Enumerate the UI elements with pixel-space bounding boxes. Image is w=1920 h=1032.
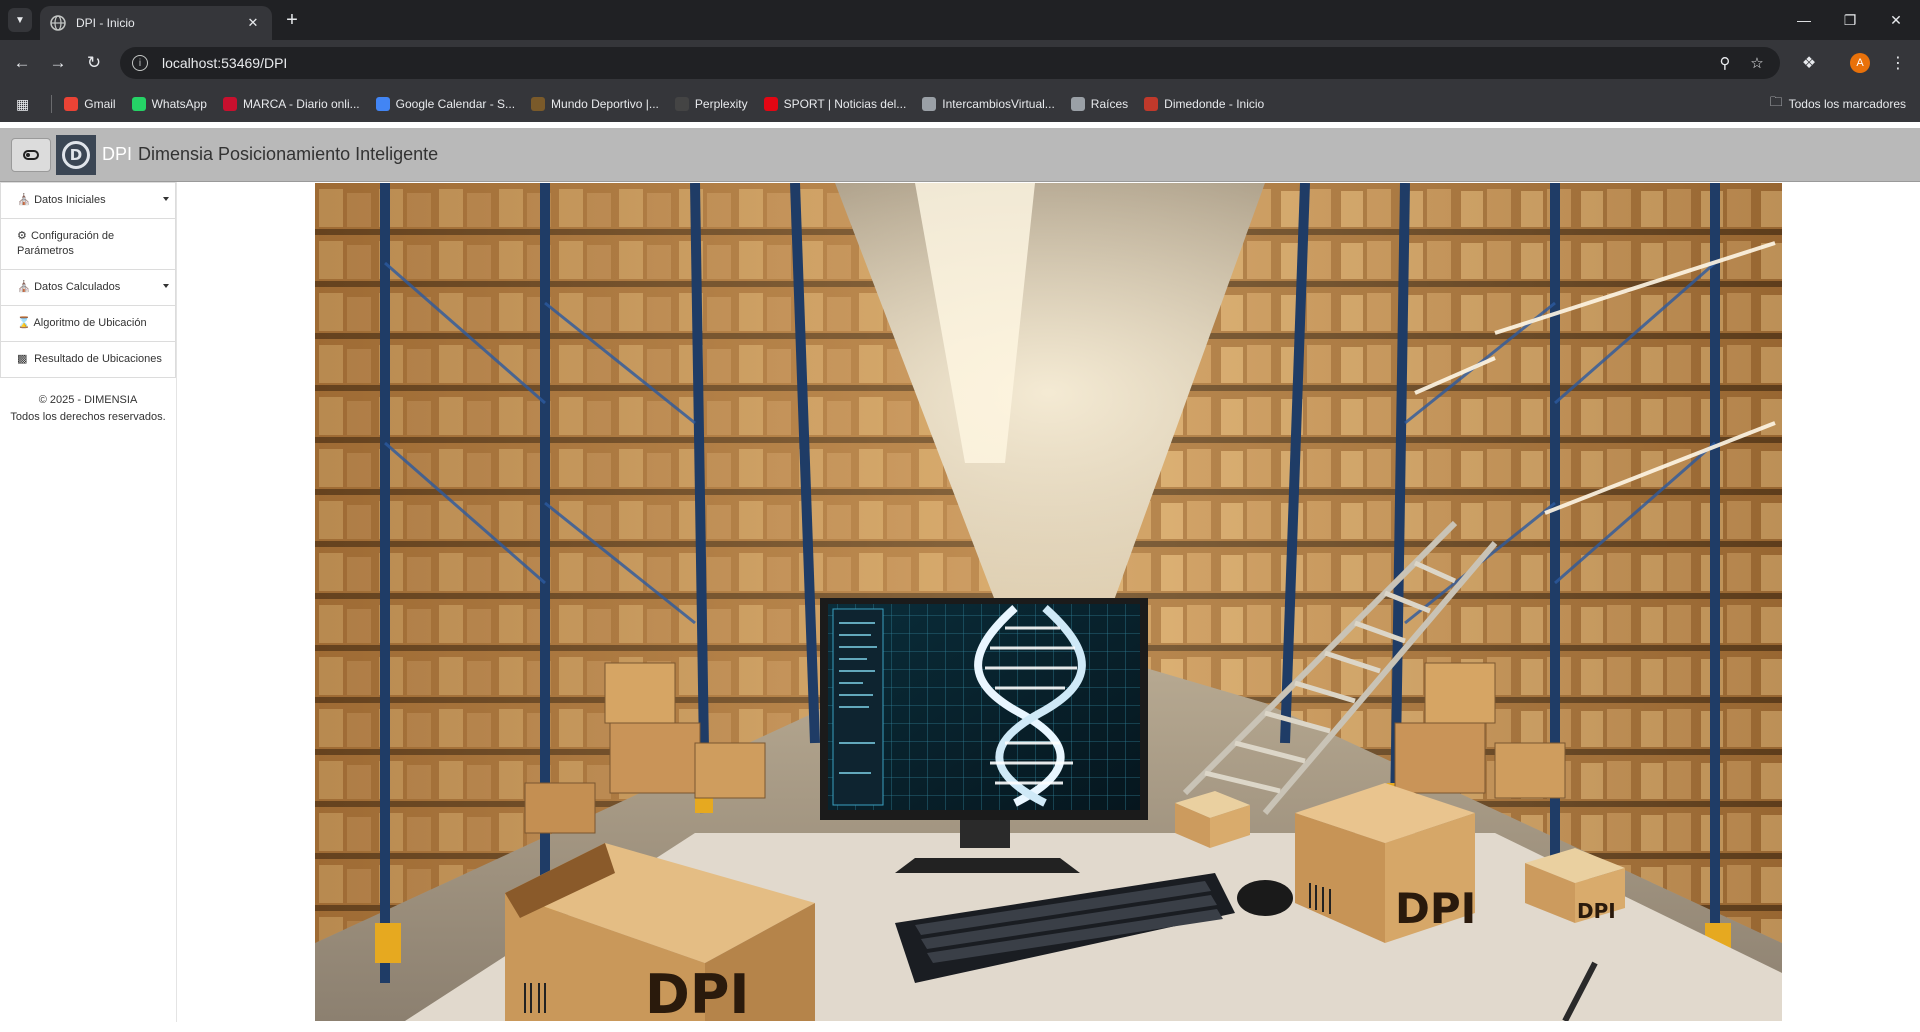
building-icon: ⛪ <box>17 194 31 206</box>
sidebar-item-configuracion[interactable]: ⚙ Configuración de Parámetros <box>0 219 176 270</box>
box-label-2: DPI <box>1395 884 1476 933</box>
caret-down-icon <box>163 284 169 288</box>
box-label-3: DPI <box>1577 899 1616 923</box>
bookmark-label: Mundo Deportivo |... <box>551 97 659 111</box>
caret-down-icon <box>163 197 169 201</box>
gears-icon: ⚙ <box>17 230 27 242</box>
globe-icon <box>1070 97 1085 111</box>
bookmark-label: Raíces <box>1090 97 1129 111</box>
all-bookmarks-button[interactable]: 🗀 Todos los marcadores <box>1770 86 1906 122</box>
sidebar-item-label: Datos Iniciales <box>34 194 106 206</box>
toggle-icon <box>23 149 39 160</box>
hourglass-icon: ⌛ <box>17 317 31 329</box>
globe-icon <box>50 15 66 31</box>
mundo-deportivo-icon <box>531 97 546 111</box>
sidebar-item-algoritmo[interactable]: ⌛ Algoritmo de Ubicación <box>0 306 176 342</box>
bookmark-label: Gmail <box>84 97 116 111</box>
copyright-line: © 2025 - DIMENSIA <box>38 394 138 406</box>
chevron-down-icon: ▼ <box>15 14 25 26</box>
profile-avatar[interactable]: A <box>1850 53 1870 73</box>
sidebar-item-label: Algoritmo de Ubicación <box>33 317 147 329</box>
bookmark-item[interactable]: WhatsApp <box>131 97 207 111</box>
menu-kebab-icon[interactable]: ⋮ <box>1884 49 1912 77</box>
brand-abbr: DPI <box>102 144 133 164</box>
bookmark-label: IntercambiosVirtual... <box>942 97 1055 111</box>
brand-name: Dimensia Posicionamiento Inteligente <box>138 144 439 164</box>
close-icon[interactable]: ✕ <box>244 14 262 32</box>
bookmark-label: SPORT | Noticias del... <box>783 97 907 111</box>
dimensia-logo[interactable]: D <box>56 134 96 175</box>
apps-grid-icon[interactable]: ▦ <box>16 96 29 113</box>
bookmark-label: Perplexity <box>694 97 748 111</box>
warehouse-hero-image: DPI DPI DPI <box>315 183 1782 1021</box>
globe-icon <box>922 97 937 111</box>
new-tab-button[interactable]: + <box>280 8 304 32</box>
bookmark-item[interactable]: Perplexity <box>674 97 748 111</box>
perplexity-icon <box>674 97 689 111</box>
calendar-icon <box>375 97 390 111</box>
star-icon[interactable]: ☆ <box>1742 47 1772 79</box>
building-icon: ⛪ <box>17 281 31 293</box>
back-arrow-icon[interactable]: ← <box>8 49 36 77</box>
sidebar-item-label: Datos Calculados <box>34 281 121 293</box>
bookmark-item[interactable]: Dimedonde - Inicio <box>1144 97 1264 111</box>
folder-icon: 🗀 <box>1769 94 1783 109</box>
bookmark-item[interactable]: IntercambiosVirtual... <box>922 97 1055 111</box>
sidebar-item-datos-calculados[interactable]: ⛪ Datos Calculados <box>0 270 176 306</box>
whatsapp-icon <box>131 97 146 111</box>
bookmark-label: Google Calendar - S... <box>395 97 516 111</box>
sidebar-item-label: Resultado de Ubicaciones <box>34 353 162 365</box>
reload-icon[interactable]: ↻ <box>80 49 108 77</box>
browser-toolbar: ← → ↻ i localhost:53469/DPI ⚲ ☆ ❖ A ⋮ <box>0 40 1920 86</box>
bookmark-item[interactable]: SPORT | Noticias del... <box>763 97 907 111</box>
app-header: D DPI Dimensia Posicionamiento Inteligent… <box>0 128 1920 182</box>
minimize-icon[interactable]: — <box>1780 0 1828 40</box>
warehouse-illustration: DPI DPI DPI <box>315 183 1782 1021</box>
browser-tab-active[interactable]: DPI - Inicio ✕ <box>40 6 272 40</box>
sidebar-item-resultado[interactable]: ▩ Resultado de Ubicaciones <box>0 342 176 378</box>
gmail-icon <box>64 97 79 111</box>
sidebar-item-label: Configuración de Parámetros <box>17 230 115 257</box>
url-text: localhost:53469/DPI <box>162 55 288 71</box>
bookmark-label: MARCA - Diario onli... <box>242 97 360 111</box>
restore-icon[interactable]: ❐ <box>1826 0 1874 40</box>
sidebar-toggle-button[interactable] <box>11 137 51 172</box>
sport-icon <box>763 97 778 111</box>
sidebar-item-datos-iniciales[interactable]: ⛪ Datos Iniciales <box>0 182 176 219</box>
address-bar[interactable]: i localhost:53469/DPI ⚲ ☆ <box>120 47 1780 79</box>
bookmark-label: WhatsApp <box>151 97 207 111</box>
app-brand[interactable]: DPI Dimensia Posicionamiento Inteligente <box>102 144 438 165</box>
site-info-icon[interactable]: i <box>132 55 148 71</box>
extensions-icon[interactable]: ❖ <box>1795 49 1823 77</box>
box-label-1: DPI <box>645 963 750 1021</box>
bookmark-item[interactable]: Google Calendar - S... <box>375 97 516 111</box>
browser-tabstrip: ▼ DPI - Inicio ✕ + — ❐ ✕ <box>0 0 1920 40</box>
rights-line: Todos los derechos reservados. <box>10 411 166 423</box>
all-bookmarks-label: Todos los marcadores <box>1788 97 1906 111</box>
dimedonde-icon <box>1144 97 1159 111</box>
bookmark-label: Dimedonde - Inicio <box>1164 97 1265 111</box>
report-icon: ▩ <box>17 353 28 365</box>
bookmarks-bar: ▦ Gmail WhatsApp MARCA - Diario onli... Goo… <box>0 86 1920 122</box>
forward-arrow-icon[interactable]: → <box>44 49 72 77</box>
tab-title: DPI - Inicio <box>76 16 135 30</box>
bookmark-item[interactable]: Raíces <box>1070 97 1129 111</box>
zoom-icon[interactable]: ⚲ <box>1710 47 1740 79</box>
bookmark-item[interactable]: Mundo Deportivo |... <box>531 97 659 111</box>
sidebar: ⛪ Datos Iniciales ⚙ Configuración de Pará… <box>0 182 177 1022</box>
copyright-note: © 2025 - DIMENSIA Todos los derechos res… <box>0 392 176 426</box>
logo-letter: D <box>62 140 90 169</box>
bookmarks-divider <box>51 95 53 113</box>
bookmarks-list: Gmail WhatsApp MARCA - Diario onli... Googl… <box>64 97 1280 111</box>
tab-search-button[interactable]: ▼ <box>8 8 32 32</box>
marca-icon <box>222 97 237 111</box>
bookmark-item[interactable]: MARCA - Diario onli... <box>222 97 360 111</box>
window-close-icon[interactable]: ✕ <box>1872 0 1920 40</box>
bookmark-item[interactable]: Gmail <box>64 97 116 111</box>
